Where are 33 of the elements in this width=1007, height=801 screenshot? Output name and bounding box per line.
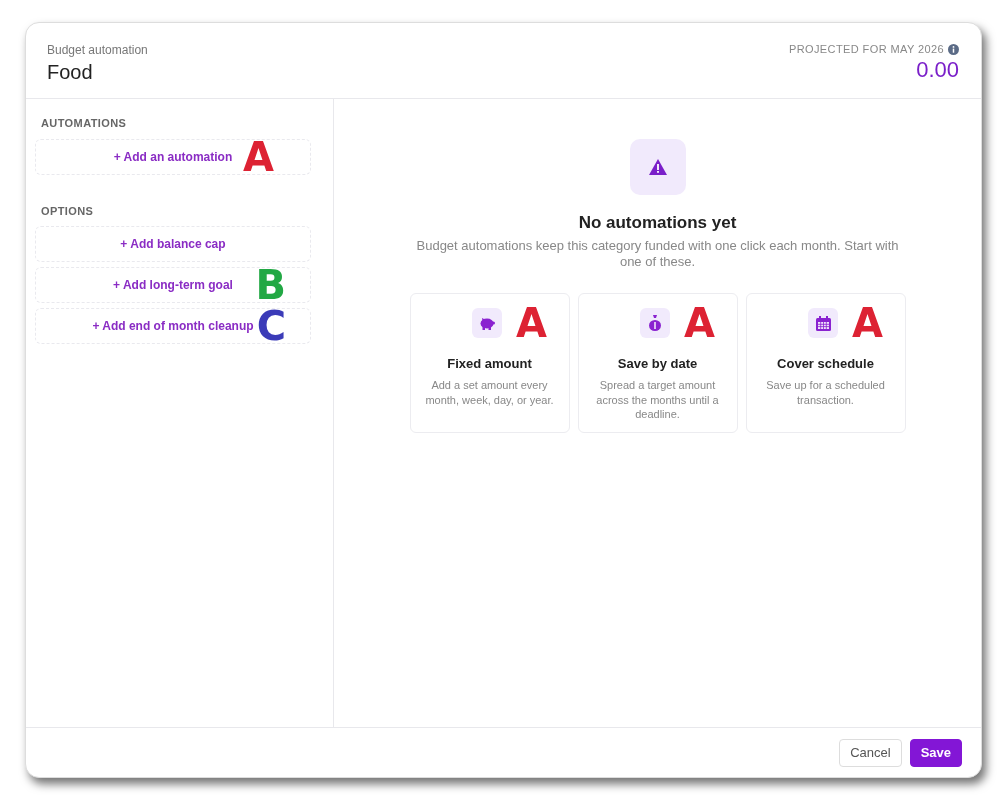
projection-value: 0.00 xyxy=(915,57,959,82)
annotation-letter: A xyxy=(852,303,883,344)
template-title: Save by date xyxy=(616,355,699,374)
add-option-button[interactable]: + Add long-term goal B xyxy=(35,267,311,303)
projection-label: PROJECTED FOR MAY 2026 xyxy=(788,42,944,57)
annotation-letter: A xyxy=(243,136,274,177)
add-option-button[interactable]: + Add an automation A xyxy=(35,138,311,175)
annotation-letter: A xyxy=(684,303,715,344)
template-description: Spread a target amount across the months until a deadline. xyxy=(595,377,720,423)
warning-icon xyxy=(648,159,667,175)
template-title: Cover schedule xyxy=(776,355,875,374)
annotation-letter: C xyxy=(256,306,286,346)
template-card[interactable]: A Fixed amount Add a set amount every month, week, day, or year. xyxy=(409,293,570,434)
template-card[interactable]: A Cover schedule Save up for a scheduled transaction. xyxy=(745,293,906,434)
section-heading: AUTOMATIONS xyxy=(40,116,128,131)
annotation-letter: B xyxy=(255,265,286,305)
piggy-bank-icon xyxy=(479,316,495,330)
empty-state-title: No automations yet xyxy=(578,212,737,234)
dialog-subtitle: Budget automation xyxy=(47,42,148,59)
calendar-icon xyxy=(815,315,831,331)
add-option-button[interactable]: + Add balance cap xyxy=(35,226,311,262)
save-button[interactable]: Save xyxy=(909,738,962,767)
template-description: Save up for a scheduled transaction. xyxy=(765,377,886,408)
cancel-button[interactable]: Cancel xyxy=(839,738,902,767)
empty-state-description: Budget automations keep this category funded with one click each month. Start with one of these. xyxy=(415,237,900,272)
section-heading: OPTIONS xyxy=(40,203,95,219)
annotation-letter: A xyxy=(516,303,547,344)
dialog-title: Food xyxy=(47,61,94,83)
template-title: Fixed amount xyxy=(446,355,533,374)
money-bag-icon xyxy=(649,315,661,332)
info-icon[interactable] xyxy=(948,43,959,55)
template-description: Add a set amount every month, week, day, or year. xyxy=(424,377,555,408)
template-card[interactable]: A Save by date Spread a target amount across the months until a deadline. xyxy=(577,293,738,434)
